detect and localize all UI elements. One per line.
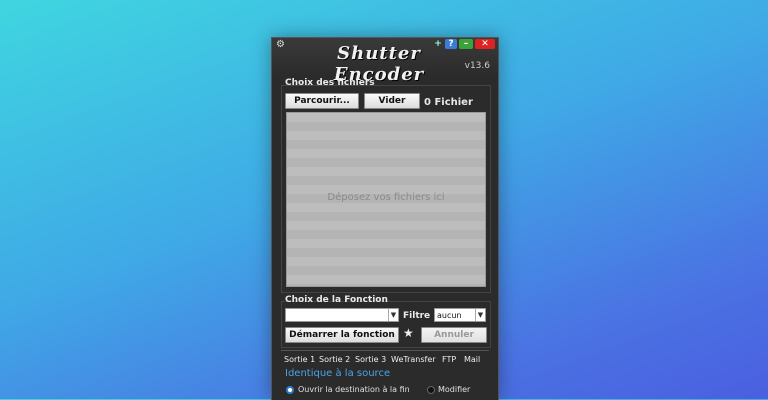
plus-icon[interactable]: + bbox=[432, 39, 444, 49]
file-count: 0 Fichier bbox=[424, 97, 473, 108]
chevron-down-icon: ▼ bbox=[475, 309, 485, 321]
destination-label[interactable]: Identique à la source bbox=[285, 368, 390, 379]
tab-sortie-3[interactable]: Sortie 3 bbox=[355, 355, 386, 364]
help-icon[interactable]: ? bbox=[445, 39, 457, 49]
open-destination-label: Ouvrir la destination à la fin bbox=[298, 385, 410, 394]
clear-button[interactable]: Vider bbox=[364, 93, 420, 109]
chevron-down-icon: ▼ bbox=[388, 309, 398, 321]
browse-button[interactable]: Parcourir... bbox=[285, 93, 359, 109]
tab-sortie-2[interactable]: Sortie 2 bbox=[319, 355, 350, 364]
filter-label: Filtre : bbox=[403, 311, 437, 321]
function-group-label: Choix de la Fonction bbox=[285, 295, 388, 305]
drop-hint: Déposez vos fichiers ici bbox=[327, 192, 445, 203]
modify-radio[interactable] bbox=[427, 386, 435, 394]
gear-icon[interactable]: ⚙ bbox=[276, 40, 285, 50]
version-label: v13.6 bbox=[464, 61, 490, 71]
cancel-button[interactable]: Annuler bbox=[421, 327, 487, 343]
files-group-label: Choix des fichiers bbox=[285, 78, 375, 88]
start-function-button[interactable]: Démarrer la fonction bbox=[285, 327, 399, 343]
minimize-button[interactable]: – bbox=[459, 39, 473, 49]
function-select[interactable]: ▼ bbox=[285, 308, 399, 322]
filter-select[interactable]: aucun ▼ bbox=[434, 308, 486, 322]
app-window: ⚙ Shutter Encoder v13.6 + ? – ✕ Choix de… bbox=[271, 37, 499, 400]
filter-select-value: aucun bbox=[437, 311, 462, 320]
title-bar[interactable]: ⚙ Shutter Encoder v13.6 + ? – ✕ bbox=[272, 38, 498, 85]
tab-mail[interactable]: Mail bbox=[464, 355, 480, 364]
output-tabs: Sortie 1 Sortie 2 Sortie 3 WeTransfer FT… bbox=[281, 350, 489, 367]
tab-wetransfer[interactable]: WeTransfer bbox=[391, 355, 436, 364]
modify-label: Modifier bbox=[438, 385, 471, 394]
close-button[interactable]: ✕ bbox=[475, 39, 495, 49]
file-drop-zone[interactable]: Déposez vos fichiers ici bbox=[286, 112, 486, 287]
open-destination-radio[interactable] bbox=[286, 386, 294, 394]
tab-ftp[interactable]: FTP bbox=[442, 355, 456, 364]
tab-sortie-1[interactable]: Sortie 1 bbox=[284, 355, 315, 364]
star-icon[interactable]: ★ bbox=[403, 326, 414, 340]
